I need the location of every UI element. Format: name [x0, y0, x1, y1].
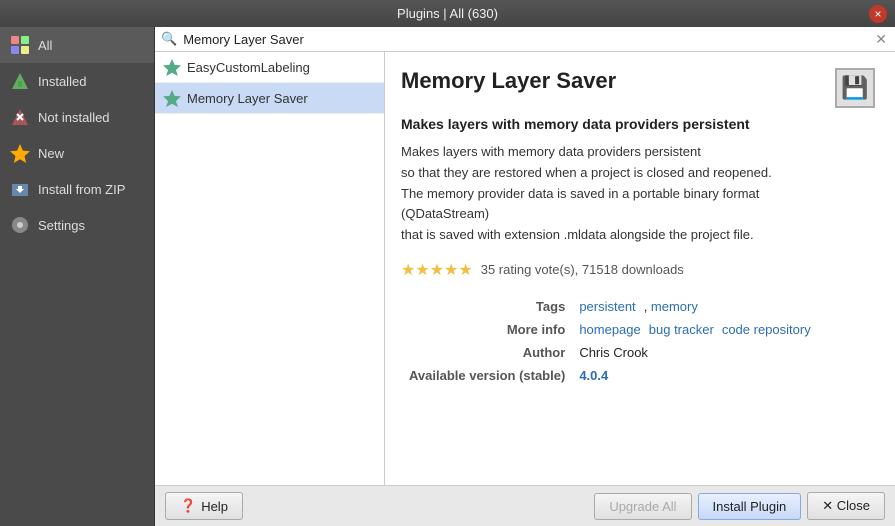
plugin-description: Makes layers with memory data providers … [401, 142, 875, 246]
star-3: ★ [430, 262, 444, 279]
sidebar-icon-not-installed [10, 107, 30, 127]
help-label: Help [201, 499, 228, 514]
plugin-list-item-easy-custom-labeling[interactable]: EasyCustomLabeling [155, 52, 384, 83]
more-info-value: homepage bug tracker code repository [573, 319, 873, 340]
star-4: ★ [444, 262, 458, 279]
sidebar-icon-new [10, 143, 30, 163]
search-input[interactable] [183, 32, 867, 47]
more-info-link-homepage[interactable]: homepage [579, 322, 640, 337]
bottom-bar: ❓ Help Upgrade All Install Plugin ✕ Clos… [155, 485, 895, 526]
tag-link-memory[interactable]: memory [651, 299, 698, 314]
search-bar: 🔍 ✕ [155, 27, 895, 52]
star-2: ★ [415, 262, 429, 279]
sidebar-label-install-from-zip: Install from ZIP [38, 182, 125, 197]
sidebar-label-new: New [38, 146, 64, 161]
sidebar-item-settings[interactable]: Settings [0, 207, 154, 243]
more-info-link-bug-tracker[interactable]: bug tracker [649, 322, 714, 337]
author-row: Author Chris Crook [403, 342, 873, 363]
content-area: EasyCustomLabeling Memory Layer Saver Mem… [155, 52, 895, 485]
stars-container: ★★★★★ [401, 260, 473, 280]
sidebar-item-all[interactable]: All [0, 27, 154, 63]
author-label: Author [403, 342, 571, 363]
detail-panel: Memory Layer Saver 💾 Makes layers with m… [385, 52, 895, 485]
rating-row: ★★★★★ 35 rating vote(s), 71518 downloads [401, 260, 875, 280]
sidebar-label-settings: Settings [38, 218, 85, 233]
upgrade-all-label: Upgrade All [609, 499, 676, 514]
help-icon: ❓ [180, 498, 196, 514]
close-dialog-label: ✕ Close [822, 498, 870, 513]
meta-table: Tags persistent, memory More info homepa… [401, 294, 875, 388]
close-dialog-button[interactable]: ✕ Close [807, 492, 885, 520]
sidebar-item-not-installed[interactable]: Not installed [0, 99, 154, 135]
sidebar-label-installed: Installed [38, 74, 86, 89]
plugin-item-label-easy-custom-labeling: EasyCustomLabeling [187, 60, 310, 75]
star-1: ★ [401, 262, 415, 279]
window-title: Plugins | All (630) [397, 6, 498, 21]
main-content: All Installed Not installed New Install from… [0, 27, 895, 526]
rating-text: 35 rating vote(s), 71518 downloads [481, 262, 684, 277]
version-row: Available version (stable) 4.0.4 [403, 365, 873, 386]
plugin-subtitle: Makes layers with memory data providers … [401, 116, 875, 132]
tags-label: Tags [403, 296, 571, 317]
detail-header: Memory Layer Saver 💾 [401, 68, 875, 108]
sidebar-icon-all [10, 35, 30, 55]
bottom-left: ❓ Help [165, 492, 243, 520]
more-info-row: More info homepage bug tracker code reposi… [403, 319, 873, 340]
more-info-label: More info [403, 319, 571, 340]
install-label: Install Plugin [713, 499, 787, 514]
plugin-item-icon-easy-custom-labeling [163, 58, 181, 76]
sidebar-item-install-from-zip[interactable]: Install from ZIP [0, 171, 154, 207]
plugin-item-icon-memory-layer-saver [163, 89, 181, 107]
star-5: ★ [458, 262, 472, 279]
tags-row: Tags persistent, memory [403, 296, 873, 317]
sidebar: All Installed Not installed New Install from… [0, 27, 155, 526]
author-value: Chris Crook [573, 342, 873, 363]
plugin-icon-large: 💾 [835, 68, 875, 108]
help-button[interactable]: ❓ Help [165, 492, 243, 520]
sidebar-item-new[interactable]: New [0, 135, 154, 171]
plugin-title: Memory Layer Saver [401, 68, 616, 94]
plugin-list-item-memory-layer-saver[interactable]: Memory Layer Saver [155, 83, 384, 114]
search-icon: 🔍 [161, 31, 177, 47]
version-label: Available version (stable) [403, 365, 571, 386]
sidebar-label-all: All [38, 38, 52, 53]
sidebar-icon-installed [10, 71, 30, 91]
sidebar-item-installed[interactable]: Installed [0, 63, 154, 99]
plugin-large-icon-symbol: 💾 [841, 75, 868, 101]
search-clear-button[interactable]: ✕ [873, 32, 889, 46]
tag-link-persistent[interactable]: persistent [579, 299, 635, 314]
install-plugin-button[interactable]: Install Plugin [698, 493, 802, 520]
sidebar-label-not-installed: Not installed [38, 110, 110, 125]
window-close-button[interactable]: × [869, 5, 887, 23]
right-panel: 🔍 ✕ EasyCustomLabeling Memory Layer Saver… [155, 27, 895, 526]
more-info-link-code-repository[interactable]: code repository [722, 322, 811, 337]
plugin-item-label-memory-layer-saver: Memory Layer Saver [187, 91, 308, 106]
titlebar: Plugins | All (630) × [0, 0, 895, 27]
version-value: 4.0.4 [573, 365, 873, 386]
sidebar-icon-settings [10, 215, 30, 235]
plugin-list: EasyCustomLabeling Memory Layer Saver [155, 52, 385, 485]
tags-value: persistent, memory [573, 296, 873, 317]
bottom-right: Upgrade All Install Plugin ✕ Close [594, 492, 885, 520]
upgrade-all-button[interactable]: Upgrade All [594, 493, 691, 520]
sidebar-icon-install-from-zip [10, 179, 30, 199]
